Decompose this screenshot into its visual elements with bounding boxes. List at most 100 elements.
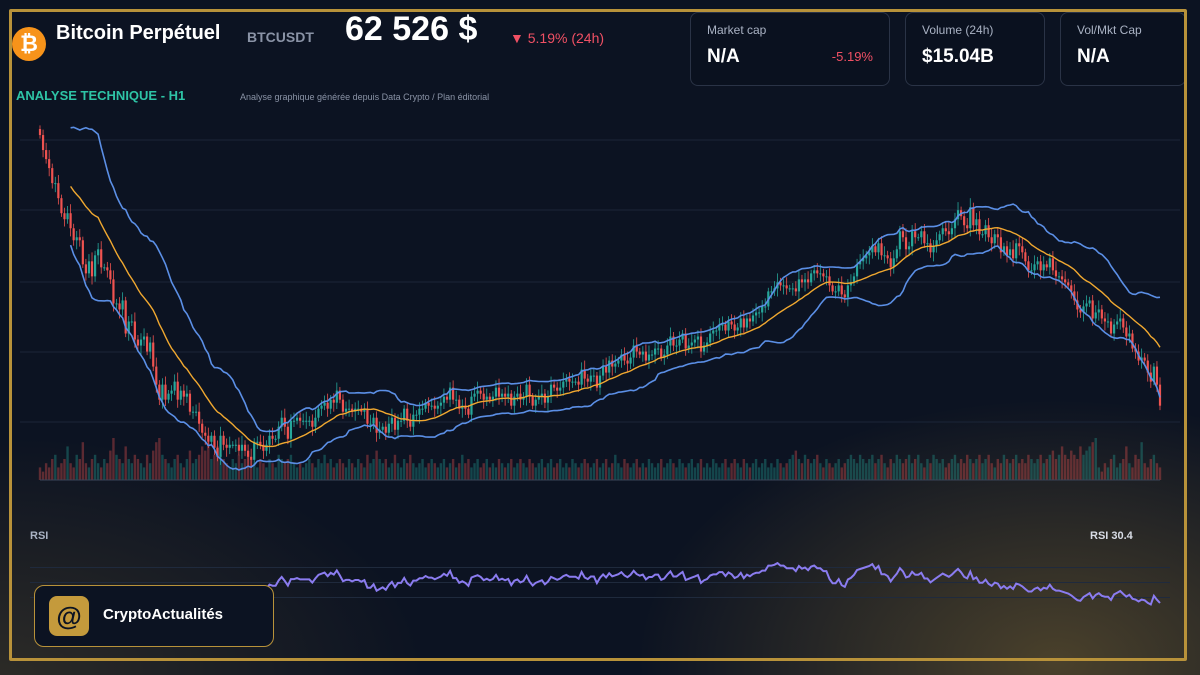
volume-bar bbox=[690, 459, 694, 480]
volume-bar bbox=[378, 459, 381, 480]
volume-bar bbox=[210, 459, 213, 480]
candle-body bbox=[608, 360, 611, 373]
volume-bar bbox=[363, 467, 366, 480]
volume-bar bbox=[396, 463, 400, 480]
volume-bar bbox=[84, 463, 88, 480]
volume-bar bbox=[100, 467, 103, 480]
candle-body bbox=[173, 381, 176, 391]
candle-body bbox=[650, 354, 654, 356]
candle-body bbox=[268, 435, 271, 445]
volume-bar bbox=[41, 471, 45, 480]
candle-body bbox=[764, 306, 767, 308]
volume-bar bbox=[1119, 463, 1122, 480]
volume-bar bbox=[506, 463, 510, 480]
candle-body bbox=[115, 303, 118, 305]
candle-body bbox=[644, 351, 648, 361]
candle-body bbox=[295, 417, 299, 421]
candle-body bbox=[675, 345, 678, 347]
volume-bar bbox=[103, 459, 106, 480]
volume-bar bbox=[1079, 446, 1082, 480]
volume-bar bbox=[834, 463, 837, 480]
volume-bar bbox=[678, 459, 681, 480]
candle-body bbox=[678, 339, 681, 346]
volume-bar bbox=[559, 459, 562, 480]
volume-bar bbox=[1027, 454, 1030, 480]
candle-body bbox=[926, 243, 929, 245]
candle-body bbox=[709, 333, 712, 343]
volume-bar bbox=[200, 446, 204, 480]
candle-body bbox=[1048, 258, 1051, 268]
candle-body bbox=[51, 168, 54, 184]
price-chart bbox=[20, 125, 1180, 617]
volume-bar bbox=[666, 463, 669, 480]
candle-body bbox=[1030, 270, 1033, 272]
volume-bar bbox=[194, 459, 198, 480]
volume-bar bbox=[1024, 463, 1027, 480]
volume-bar bbox=[883, 463, 886, 480]
volume-bar bbox=[353, 467, 357, 480]
volume-bar bbox=[861, 459, 865, 480]
candle-body bbox=[390, 417, 394, 424]
candle-body bbox=[1106, 321, 1110, 323]
volume-bar bbox=[849, 454, 853, 480]
candle-body bbox=[106, 267, 109, 271]
volume-bar bbox=[754, 459, 758, 480]
candle-body bbox=[932, 246, 935, 253]
candle-body bbox=[455, 399, 458, 401]
candle-body bbox=[1045, 264, 1048, 268]
volume-bar bbox=[589, 467, 593, 480]
volume-bar bbox=[464, 463, 467, 480]
volume-bar bbox=[611, 463, 614, 480]
candle-body bbox=[1085, 303, 1088, 307]
volume-bar bbox=[1128, 463, 1131, 480]
volume-bar bbox=[155, 442, 158, 480]
candle-body bbox=[730, 321, 733, 325]
volume-bar bbox=[681, 463, 684, 480]
volume-bar bbox=[90, 459, 94, 480]
candle-body bbox=[63, 213, 66, 220]
candle-body bbox=[947, 231, 950, 235]
volume-bar bbox=[1048, 454, 1052, 480]
candle-body bbox=[112, 279, 115, 304]
candle-body bbox=[598, 375, 602, 388]
volume-bar bbox=[60, 463, 63, 480]
candle-body bbox=[228, 444, 231, 448]
volume-bar bbox=[93, 454, 97, 480]
volume-bar bbox=[843, 463, 847, 480]
volume-bar bbox=[402, 459, 406, 480]
candle-body bbox=[329, 399, 332, 409]
volume-bar bbox=[360, 463, 363, 480]
volume-bar bbox=[488, 467, 492, 480]
candle-body bbox=[1103, 318, 1107, 322]
volume-bar bbox=[708, 467, 712, 480]
candle-body bbox=[399, 420, 403, 422]
volume-bar bbox=[751, 463, 755, 480]
volume-bar bbox=[1122, 459, 1125, 480]
candle-body bbox=[136, 339, 140, 346]
candle-body bbox=[250, 456, 253, 460]
candle-body bbox=[748, 318, 752, 322]
candle-body bbox=[369, 423, 372, 425]
candle-body bbox=[476, 390, 479, 394]
volume-bar bbox=[167, 463, 170, 480]
volume-bar bbox=[944, 467, 947, 480]
candle-body bbox=[828, 276, 831, 286]
candle-body bbox=[237, 444, 241, 451]
candle-body bbox=[1054, 270, 1058, 277]
candle-body bbox=[182, 390, 185, 397]
volume-bar bbox=[424, 467, 427, 480]
candle-body bbox=[846, 285, 849, 298]
volume-bar bbox=[632, 463, 635, 480]
volume-bar bbox=[555, 463, 559, 480]
volume-bar bbox=[880, 454, 883, 480]
volume-bar bbox=[418, 463, 421, 480]
volume-bar bbox=[806, 459, 810, 480]
volume-bar bbox=[118, 459, 121, 480]
volume-bar bbox=[152, 450, 155, 480]
volume-bar bbox=[534, 467, 537, 480]
volume-bar bbox=[347, 459, 351, 480]
candle-body bbox=[1015, 243, 1018, 259]
volume-bar bbox=[794, 450, 798, 480]
volume-bar bbox=[1002, 454, 1006, 480]
volume-bar bbox=[978, 454, 981, 480]
